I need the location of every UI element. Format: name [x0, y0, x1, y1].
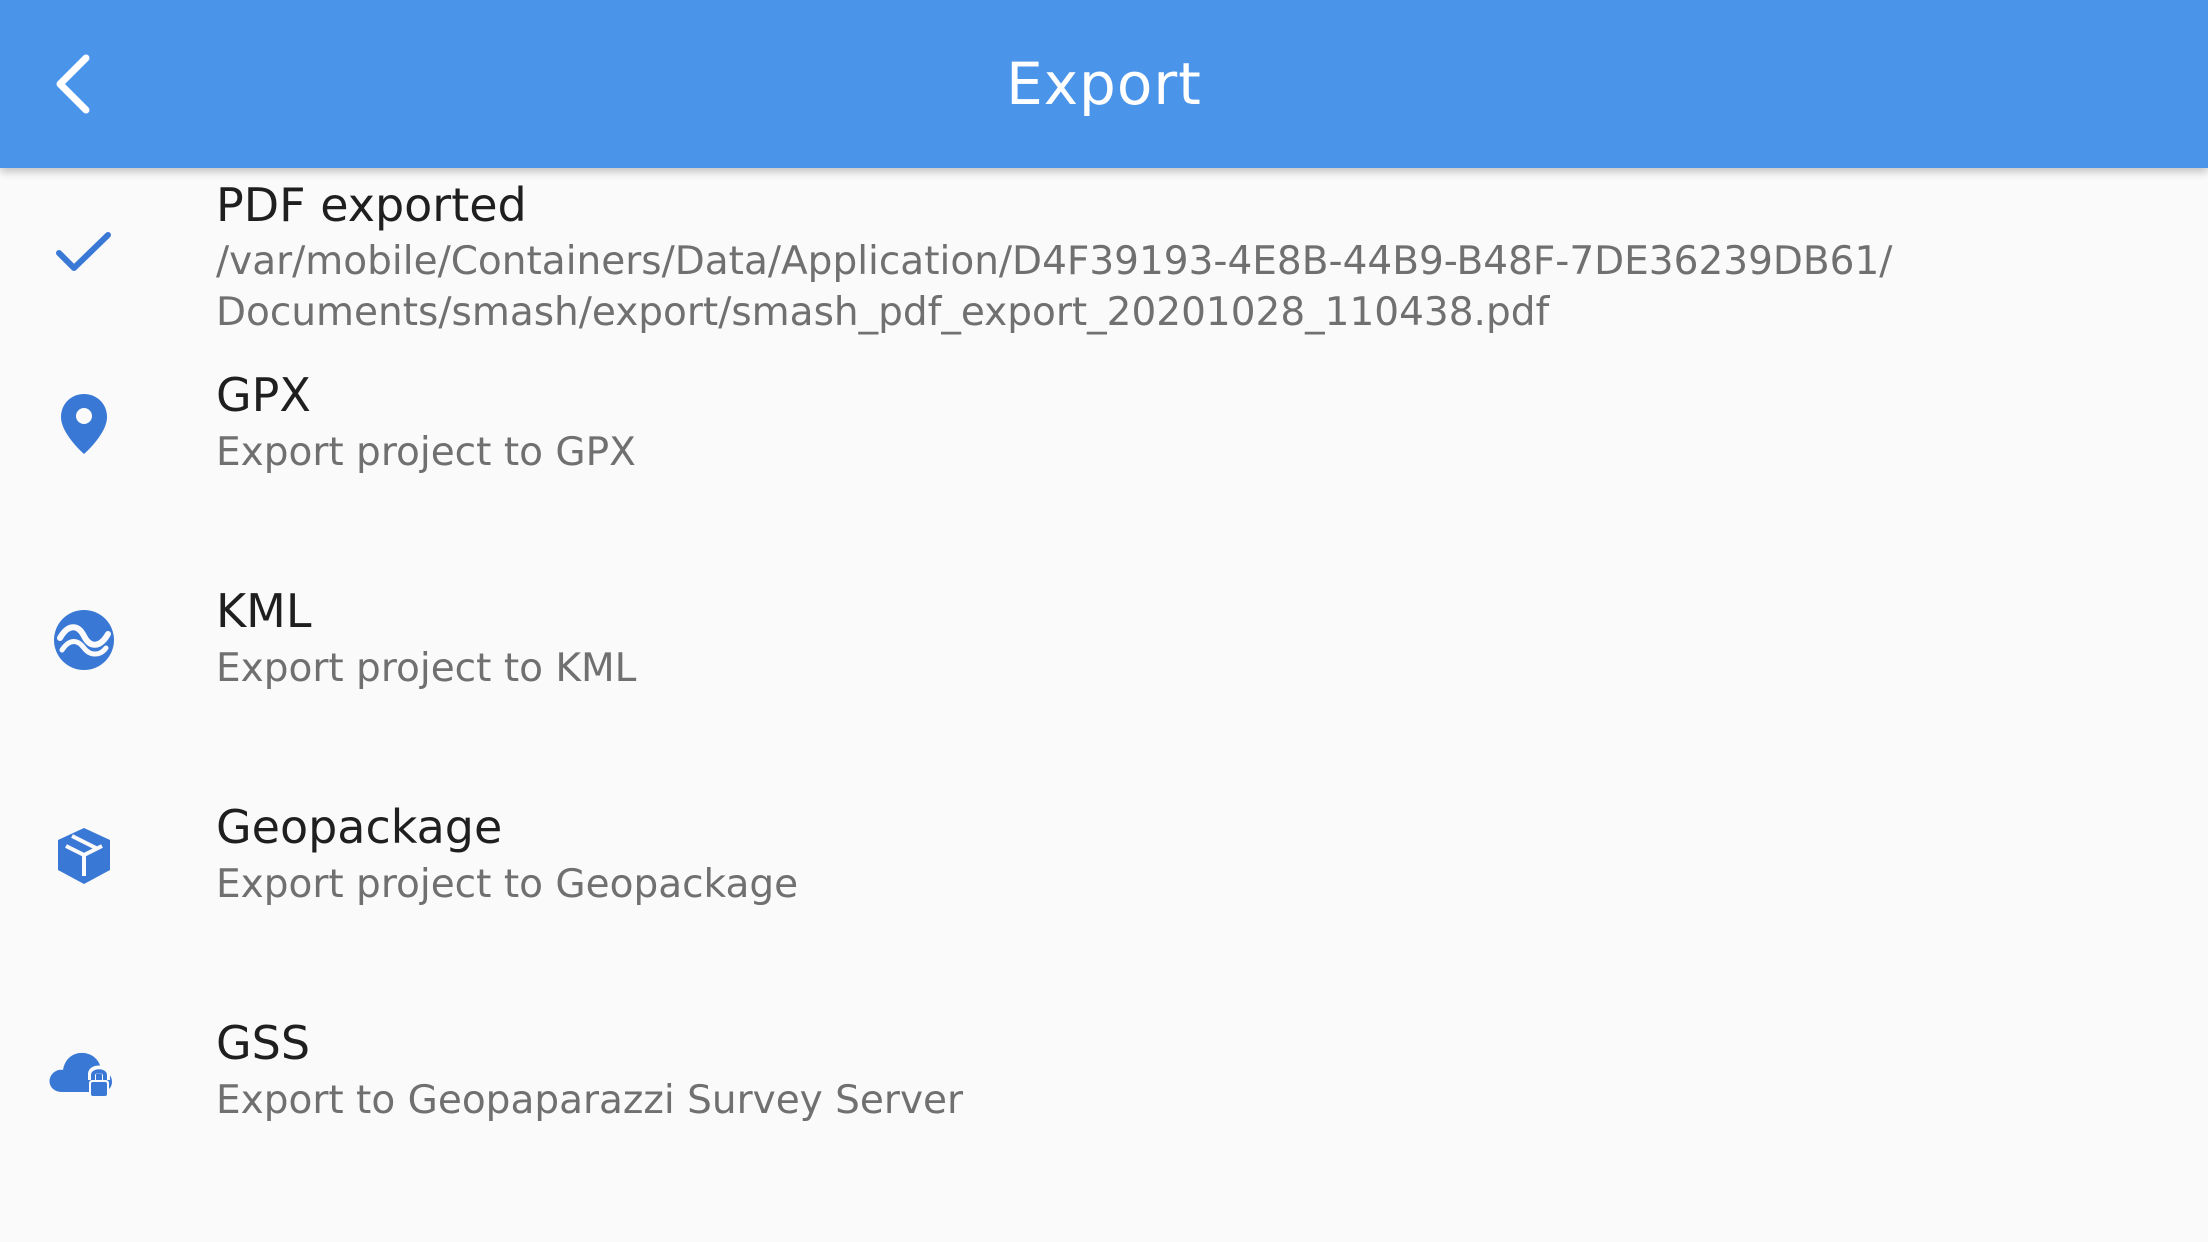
location-pin-icon	[40, 380, 128, 468]
item-title: GSS	[216, 1016, 311, 1070]
check-icon	[40, 208, 128, 296]
item-title: Geopackage	[216, 800, 503, 854]
app-bar: Export	[0, 0, 2208, 168]
item-subtitle: Export project to Geopackage	[216, 862, 799, 907]
list-item-gpx[interactable]: GPX Export project to GPX	[0, 368, 2208, 550]
package-icon	[40, 812, 128, 900]
export-file-path-line-1: /var/mobile/Containers/Data/Application/…	[216, 239, 1893, 284]
item-title: KML	[216, 584, 312, 638]
item-title: PDF exported	[216, 178, 527, 232]
chevron-left-icon	[56, 54, 90, 114]
cloud-lock-icon	[40, 1028, 128, 1116]
export-file-path-line-2: Documents/smash/export/smash_pdf_export_…	[216, 290, 1550, 335]
back-button[interactable]	[34, 42, 118, 126]
page-title: Export	[1006, 50, 1202, 118]
item-subtitle: Export project to KML	[216, 646, 637, 691]
item-title: GPX	[216, 368, 311, 422]
list-item-geopackage[interactable]: Geopackage Export project to Geopackage	[0, 800, 2208, 982]
list-item-pdf-exported[interactable]: PDF exported /var/mobile/Containers/Data…	[0, 168, 2208, 348]
earth-icon	[40, 596, 128, 684]
list-item-kml[interactable]: KML Export project to KML	[0, 584, 2208, 766]
list-item-gss[interactable]: GSS Export to Geopaparazzi Survey Server	[0, 1016, 2208, 1198]
item-subtitle: Export to Geopaparazzi Survey Server	[216, 1078, 964, 1123]
item-subtitle: Export project to GPX	[216, 430, 636, 475]
